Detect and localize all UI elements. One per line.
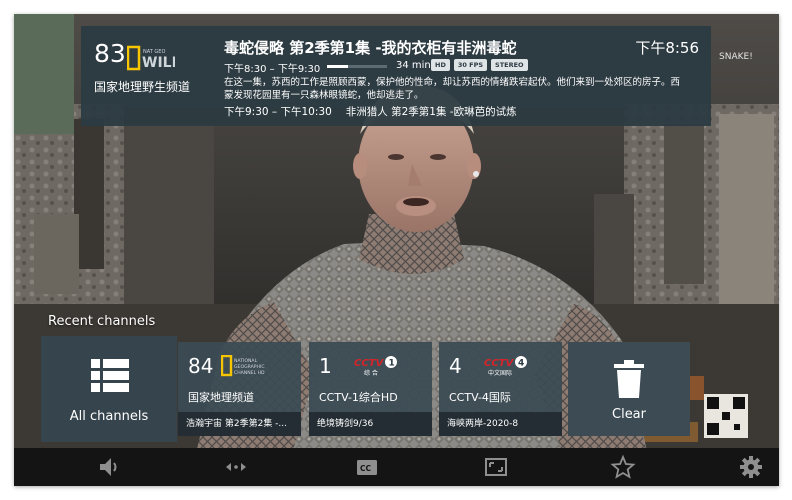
- settings-gear-icon[interactable]: [738, 454, 764, 480]
- recent-channel-number: 4: [449, 354, 462, 378]
- aspect-ratio-icon[interactable]: [483, 454, 509, 480]
- recent-channels-heading: Recent channels: [48, 314, 156, 329]
- recent-channel-name: 国家地理频道: [188, 391, 254, 404]
- recent-channel-tile[interactable]: 1 CCTV 1 综 合 CCTV-1综合HD 绝境铸剑9/36: [309, 342, 432, 436]
- svg-text:4: 4: [518, 359, 524, 369]
- svg-text:中文国际: 中文国际: [488, 369, 512, 377]
- recent-channel-name: CCTV-1综合HD: [319, 391, 398, 404]
- recent-channel-program: 浩瀚宇宙 第2季第2集 -...: [178, 412, 301, 436]
- audio-track-icon[interactable]: [223, 454, 249, 480]
- clock: 下午8:56: [635, 39, 699, 57]
- svg-text:CC: CC: [360, 464, 372, 473]
- recent-channel-program: 海峡两岸-2020-8: [439, 412, 562, 436]
- cctv-4-logo: CCTV 4 中文国际: [484, 356, 527, 377]
- favorite-star-icon[interactable]: [610, 454, 636, 480]
- recent-channel-number: 1: [319, 354, 332, 378]
- program-progress-bar: [327, 65, 387, 68]
- recent-channel-program: 绝境铸剑9/36: [309, 412, 432, 436]
- channel-number: 83: [94, 39, 126, 68]
- tv-screen: SNAKE! 83 NAT GEO WILD 国家地理野生频道 毒蛇侵略 第2季…: [14, 14, 779, 486]
- channel-list-icon: [91, 359, 129, 392]
- svg-text:NATIONAL: NATIONAL: [234, 358, 258, 364]
- next-program-title: 非洲猎人 第2季第1集 -欧琳芭的试炼: [345, 106, 517, 118]
- svg-text:1: 1: [389, 359, 395, 369]
- playback-control-bar: CC: [14, 448, 779, 486]
- all-channels-button[interactable]: All channels: [41, 336, 177, 442]
- svg-text:CCTV: CCTV: [484, 358, 514, 369]
- program-badges: HD 30 FPS STEREO: [431, 59, 528, 71]
- program-title: 毒蛇侵略 第2季第1集 -我的衣柜有非洲毒蛇: [224, 39, 517, 57]
- clear-label: Clear: [612, 407, 646, 422]
- recent-channel-tile[interactable]: 84 NATIONAL GEOGRAPHIC CHANNEL HD 国家地理频道…: [178, 342, 301, 436]
- program-description: 在这一集，苏西的工作是照顾西蒙，保护他的性命，却让苏西的情绪跌宕起伏。他们来到一…: [224, 77, 681, 101]
- svg-text:CCTV: CCTV: [354, 358, 384, 369]
- hd-badge: HD: [431, 59, 450, 71]
- nat-geo-wild-logo: NAT GEO WILD: [127, 45, 175, 71]
- stereo-badge: STEREO: [491, 59, 528, 71]
- cctv-1-logo: CCTV 1 综 合: [354, 356, 397, 377]
- svg-text:SNAKE!: SNAKE!: [719, 52, 753, 62]
- svg-text:CHANNEL HD: CHANNEL HD: [234, 370, 265, 376]
- all-channels-label: All channels: [69, 409, 149, 424]
- program-time-range: 下午8:30 – 下午9:30: [224, 64, 321, 75]
- recent-channel-number: 84: [188, 354, 214, 378]
- channel-name: 国家地理野生频道: [94, 80, 191, 94]
- nat-geo-channel-logo: NATIONAL GEOGRAPHIC CHANNEL HD: [221, 355, 265, 377]
- program-progress-fill: [327, 65, 348, 68]
- recent-channel-name: CCTV-4国际: [449, 391, 511, 404]
- svg-text:GEOGRAPHIC: GEOGRAPHIC: [234, 364, 265, 370]
- recent-channel-tile[interactable]: 4 CCTV 4 中文国际 CCTV-4国际 海峡两岸-2020-8: [439, 342, 562, 436]
- fps-badge: 30 FPS: [453, 59, 488, 71]
- svg-text:WILD: WILD: [142, 55, 175, 71]
- trash-icon: [614, 360, 644, 398]
- program-duration: 34 min: [396, 60, 431, 71]
- volume-icon[interactable]: [96, 454, 122, 480]
- next-program-time: 下午9:30 – 下午10:30: [224, 106, 332, 118]
- closed-captions-icon[interactable]: CC: [354, 454, 380, 480]
- clear-recent-button[interactable]: Clear: [568, 342, 690, 436]
- program-info-panel: 83 NAT GEO WILD 国家地理野生频道 毒蛇侵略 第2季第1集 -我的…: [81, 26, 711, 126]
- next-program: 下午9:30 – 下午10:30 非洲猎人 第2季第1集 -欧琳芭的试炼: [224, 104, 517, 119]
- svg-text:综 合: 综 合: [364, 369, 378, 377]
